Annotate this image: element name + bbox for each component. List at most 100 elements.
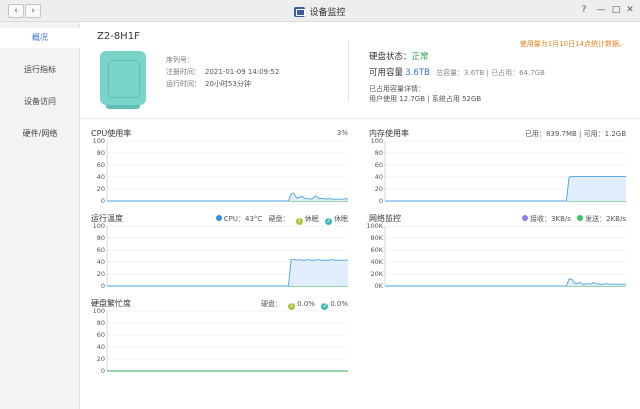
usage-notice: 使用量为1月10日14点统计数据。 (519, 40, 626, 48)
registered-value: 2021-01-09 14:09:52 (205, 68, 280, 76)
disk-temp-label: 硬盘： (268, 215, 290, 223)
total-label: 总容量： (436, 69, 465, 77)
receive-value: 3KB/s (551, 215, 571, 223)
network-legend: 接收：3KB/s 发送：2KB/s (518, 214, 626, 224)
y-tick-label: 0 (101, 197, 105, 205)
serial-row: 序列号： (166, 55, 198, 65)
memory-used-label: 已用： (524, 130, 546, 138)
device-name: Z2-8H1F (97, 31, 140, 42)
y-tick-label: 0 (379, 197, 383, 205)
registered-row: 注册时间： 2021-01-09 14:09:52 (166, 67, 279, 77)
y-tick-label: 20 (97, 270, 105, 278)
title-bar: ‹ › 设备监控 ? — □ ✕ (0, 0, 640, 22)
y-tick-label: 20 (97, 355, 105, 363)
send-label: 发送： (585, 215, 607, 223)
memory-panel: 内存使用率 已用：839.7MB | 可用：1.2GB 0 20 40 60 80 100 (369, 128, 626, 205)
y-tick-label: 0 (101, 367, 105, 375)
send-value: 2KB/s (606, 215, 626, 223)
sidebar-item-label: 硬件/网络 (22, 129, 58, 138)
maximize-button[interactable]: □ (610, 4, 622, 16)
sidebar: 概况 运行指标 设备访问 硬件/网络 (0, 22, 80, 409)
uptime-label: 运行时间： (166, 80, 201, 88)
y-tick-label: 40 (97, 343, 105, 351)
cpu-current: 3% (336, 129, 348, 137)
y-tick-label: 0K (375, 282, 384, 290)
device-image (100, 51, 146, 109)
maximize-icon: □ (611, 5, 621, 15)
used-value: 64.7GB (519, 69, 545, 77)
memory-used-value: 839.7MB (545, 130, 577, 138)
y-tick-label: 60 (97, 246, 105, 254)
y-tick-label: 20 (375, 185, 383, 193)
used-label: 已占用： (491, 69, 520, 77)
y-tick-label: 80 (375, 149, 383, 157)
y-tick-label: 60 (97, 161, 105, 169)
window-title-text: 设备监控 (309, 8, 346, 18)
uptime-value: 20小时53分钟 (205, 80, 251, 88)
y-tick-label: 100 (93, 307, 105, 315)
monitor-icon (294, 7, 306, 17)
help-icon: ? (581, 5, 587, 15)
y-tick-label: 60 (97, 331, 105, 339)
y-tick-label: 60K (370, 246, 383, 254)
minimize-icon: — (596, 5, 606, 15)
close-button[interactable]: ✕ (624, 4, 636, 16)
sidebar-item-hardware[interactable]: 硬件/网络 (0, 124, 80, 144)
disk-1-state: 休眠 (304, 215, 319, 223)
y-tick-label: 60 (375, 161, 383, 169)
y-tick-label: 100 (93, 222, 105, 230)
series-area (385, 278, 626, 286)
uptime-row: 运行时间： 20小时53分钟 (166, 79, 251, 89)
disk-1-busy: 0.0% (297, 300, 315, 308)
disk-busy-label: 硬盘： (260, 300, 282, 308)
y-tick-label: 100K (366, 222, 383, 230)
sidebar-item-metrics[interactable]: 运行指标 (0, 60, 80, 80)
y-tick-label: 20K (370, 270, 383, 278)
y-tick-label: 20 (97, 185, 105, 193)
disk-2-state: 休眠 (334, 215, 348, 223)
y-tick-label: 40 (97, 258, 105, 266)
serial-label: 序列号： (166, 56, 194, 64)
user-used: 用户使用 12.7GB (369, 95, 426, 103)
y-tick-label: 80 (97, 319, 105, 327)
minimize-button[interactable]: — (595, 4, 607, 16)
receive-label: 接收： (530, 215, 552, 223)
disk-2-busy: 0.0% (330, 300, 348, 308)
cpu-legend-dot (215, 215, 222, 221)
window-title: 设备监控 (0, 5, 640, 18)
total-value: 3.6TB (464, 69, 485, 77)
system-used: 系统占用 52GB (431, 95, 482, 103)
usage-detail-row: 用户使用 12.7GB | 系统占用 52GB (369, 95, 482, 103)
memory-chart: 0 20 40 60 80 100 (371, 137, 626, 205)
series-area (107, 259, 348, 286)
y-tick-label: 40 (97, 173, 105, 181)
cpu-temp-value: 43°C (245, 215, 263, 223)
y-tick-label: 100 (371, 137, 383, 145)
sidebar-item-label: 运行指标 (24, 65, 56, 74)
send-legend-dot (577, 215, 584, 221)
temperature-chart: 0 20 40 60 80 100 (93, 222, 348, 290)
network-panel: 网络监控 接收：3KB/s 发送：2KB/s 0K 20K 40K 60K 80K 100… (366, 213, 626, 290)
close-icon: ✕ (626, 5, 634, 15)
memory-usage: 已用：839.7MB | 可用：1.2GB (524, 130, 626, 138)
network-chart: 0K 20K 40K 60K 80K 100K (366, 222, 626, 290)
receive-legend-dot (522, 215, 529, 221)
cpu-temp-label: CPU： (223, 215, 245, 223)
capacity-label: 可用容量 (369, 68, 404, 78)
series-area (107, 193, 348, 201)
cpu-chart: 0 20 40 60 80 100 (93, 137, 349, 205)
sidebar-item-label: 设备访问 (24, 97, 56, 106)
help-button[interactable]: ? (578, 4, 590, 16)
sidebar-item-access[interactable]: 设备访问 (0, 92, 80, 112)
section-divider (80, 118, 640, 119)
memory-available-value: 1.2GB (604, 130, 626, 138)
disk-status-value: 正常 (411, 52, 429, 62)
usage-detail-label: 已占用容量详情： (369, 85, 425, 93)
temperature-panel: 运行温度 CPU：43°C 硬盘： 1 休眠 2 休眠 0 20 40 60 80 100 (91, 213, 348, 290)
y-tick-label: 80 (97, 149, 105, 157)
y-tick-label: 40K (370, 258, 383, 266)
y-tick-label: 80 (97, 234, 105, 242)
sidebar-item-label: 概况 (32, 33, 48, 42)
sidebar-item-overview[interactable]: 概况 (0, 28, 80, 48)
disk-busy-panel: 硬盘繁忙度 硬盘： 1 0.0% 2 0.0% 0 20 40 60 80 100 (91, 298, 348, 375)
